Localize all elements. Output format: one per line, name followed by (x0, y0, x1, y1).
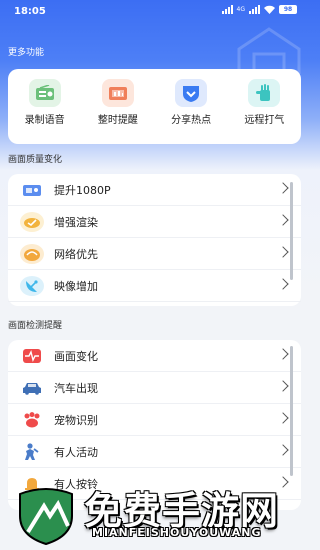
network-label: 4G (236, 6, 245, 13)
feature-hourly-reminder[interactable]: 整时提醒 (88, 79, 148, 144)
chevron-right-icon (277, 214, 289, 226)
hand-icon (248, 79, 281, 107)
scrollbar[interactable] (290, 346, 293, 476)
wifi-icon (264, 5, 275, 14)
shield-logo-icon (19, 488, 73, 546)
section-title-detect: 画面检测提醒 (8, 321, 63, 331)
list-item-image-boost[interactable]: 映像增加 (8, 270, 301, 302)
battery-icon: 98 (279, 5, 297, 14)
feature-label: 录制语音 (24, 115, 65, 126)
list-item-label: 画面变化 (54, 349, 98, 363)
status-icons: 4G 98 (221, 5, 297, 14)
feature-label: 远程打气 (244, 115, 285, 126)
signal-icon (221, 5, 233, 14)
chevron-right-icon (277, 348, 289, 360)
list-item-1080p[interactable]: 提升1080P (8, 174, 301, 206)
watermark-subtitle: MIANFEISHOUYOUWANG (92, 526, 262, 539)
status-bar: 18:05 4G 98 (0, 0, 309, 24)
scrollbar[interactable] (290, 182, 293, 280)
radio-icon (28, 79, 61, 107)
list-item-person[interactable]: 有人活动 (8, 436, 301, 468)
car-icon (20, 378, 44, 398)
chevron-right-icon (277, 182, 289, 194)
satellite-icon (20, 243, 44, 264)
heartbeat-icon (20, 346, 44, 366)
person-icon (20, 442, 44, 462)
alarm-icon (101, 79, 134, 107)
list-item-car[interactable]: 汽车出现 (8, 372, 301, 404)
chevron-right-icon (277, 246, 289, 258)
chevron-right-icon (277, 380, 289, 392)
list-item-label: 提升1080P (54, 183, 111, 197)
feature-remote-cheer[interactable]: 远程打气 (234, 79, 294, 144)
chevron-right-icon (277, 444, 289, 456)
list-item-label: 映像增加 (54, 279, 98, 293)
feature-label: 分享热点 (171, 115, 212, 126)
feature-label: 整时提醒 (97, 115, 138, 126)
list-item-label: 宠物识别 (54, 413, 98, 427)
section-title-more: 更多功能 (8, 48, 45, 58)
stamp-icon (20, 211, 44, 232)
list-item-label: 网络优先 (54, 247, 98, 261)
features-card: 录制语音 整时提醒 分享热点 远程打气 (8, 69, 301, 144)
quality-list: 提升1080P 增强渲染 网络优先 映像增加 (8, 174, 301, 306)
feature-record-voice[interactable]: 录制语音 (15, 79, 75, 144)
list-item-label: 汽车出现 (54, 381, 98, 395)
house-decoration-icon (237, 27, 301, 74)
list-item-label: 增强渲染 (54, 215, 98, 229)
list-item-render[interactable]: 增强渲染 (8, 206, 301, 238)
paw-icon (20, 410, 44, 430)
list-item-label: 有人活动 (54, 445, 98, 459)
section-title-quality: 画面质量变化 (8, 155, 63, 165)
watermark: 免费手游网 MIANFEISHOUYOUWANG (0, 472, 309, 550)
chevron-right-icon (277, 412, 289, 424)
list-item-pet[interactable]: 宠物识别 (8, 404, 301, 436)
signal-icon-2 (249, 5, 260, 14)
ticket-icon (20, 180, 44, 200)
hotspot-icon (175, 79, 208, 107)
feature-share-hotspot[interactable]: 分享热点 (161, 79, 221, 144)
satellite-dish-icon (20, 275, 44, 296)
chevron-right-icon (277, 278, 289, 290)
list-item-network[interactable]: 网络优先 (8, 238, 301, 270)
status-time: 18:05 (14, 6, 46, 17)
list-item-picture-change[interactable]: 画面变化 (8, 340, 301, 372)
